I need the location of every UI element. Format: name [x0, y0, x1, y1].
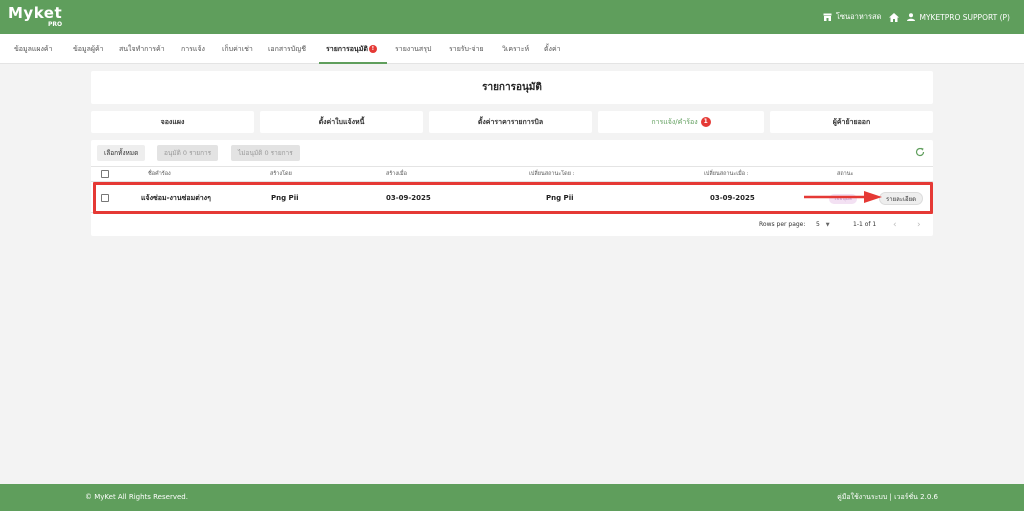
footer-manual-version[interactable]: คู่มือใช้งานระบบ | เวอร์ชั่น 2.0.6 — [837, 484, 938, 511]
select-all-button[interactable]: เลือกทั้งหมด — [97, 145, 146, 161]
footer: © MyKet All Rights Reserved. คู่มือใช้งา… — [0, 484, 1024, 511]
nav-accounting[interactable]: เอกสารบัญชี — [268, 34, 306, 64]
rows-per-page-value: 5 — [816, 221, 820, 228]
store-selector[interactable]: โซนอาหารสด — [823, 11, 882, 23]
nav-notify[interactable]: การแจ้ง — [181, 34, 205, 64]
tab-requests[interactable]: การแจ้ง/คำร้อง 1 — [598, 111, 764, 133]
nav-approvals-badge: ! — [368, 45, 377, 53]
tab-booking[interactable]: จองแผง — [91, 111, 254, 133]
refresh-icon[interactable] — [915, 147, 925, 157]
nav-interested[interactable]: สนใจทำการค้า — [119, 34, 165, 64]
arrow-icon — [804, 191, 882, 203]
prev-page-icon[interactable]: ‹ — [893, 218, 897, 232]
col-created-at: สร้างเมื่อ — [386, 171, 407, 177]
col-created-by: สร้างโดย — [270, 171, 292, 177]
main-nav: ข้อมูลแผงค้า ข้อมูลผู้ค้า สนใจทำการค้า ก… — [0, 34, 1024, 64]
home-icon — [889, 12, 900, 22]
user-icon — [907, 13, 916, 21]
page-title-card: รายการอนุมัติ — [91, 71, 933, 104]
nav-reports[interactable]: รายงานสรุป — [395, 34, 431, 64]
chevron-down-icon: ▼ — [825, 222, 830, 228]
nav-rent[interactable]: เก็บค่าเช่า — [222, 34, 253, 64]
col-status: สถานะ — [837, 171, 854, 177]
nav-approvals[interactable]: รายการอนุมัติ! — [319, 34, 387, 64]
page-title: รายการอนุมัติ — [482, 82, 542, 93]
tab-requests-badge: 1 — [700, 117, 711, 127]
user-name: MYKETPRO SUPPORT (P) — [919, 12, 1010, 22]
tab-bill-price[interactable]: ตั้งค่าราคารายการบิล — [429, 111, 592, 133]
nav-settings[interactable]: ตั้งค่า — [544, 34, 561, 64]
logo-sub: PRO — [48, 21, 63, 28]
pagination: Rows per page: 5 ▼ 1-1 of 1 ‹ › — [91, 218, 933, 232]
rows-per-page-label: Rows per page: — [759, 221, 806, 228]
nav-approvals-label: รายการอนุมัติ — [326, 45, 368, 53]
table-header: ชื่อคำร้อง สร้างโดย สร้างเมื่อ เปลี่ยนสถ… — [91, 166, 933, 182]
nav-analytics[interactable]: วิเคราะห์ — [502, 34, 529, 64]
top-bar: Myket PRO โซนอาหารสด MYKETPRO SUPPORT (P… — [0, 0, 1024, 34]
tab-invoice-settings[interactable]: ตั้งค่าใบแจ้งหนี้ — [260, 111, 423, 133]
col-name: ชื่อคำร้อง — [148, 171, 171, 177]
user-menu[interactable]: MYKETPRO SUPPORT (P) — [907, 13, 1010, 22]
home-button[interactable] — [889, 12, 900, 22]
footer-copyright: © MyKet All Rights Reserved. — [85, 493, 188, 501]
reject-button[interactable]: ไม่อนุมัติ 0 รายการ — [231, 145, 300, 161]
top-right-menu: โซนอาหารสด MYKETPRO SUPPORT (P) — [823, 0, 1010, 34]
col-status-by: เปลี่ยนสถานะโดย : — [529, 171, 575, 177]
store-name: โซนอาหารสด — [835, 12, 882, 21]
store-icon — [823, 13, 832, 21]
col-status-at: เปลี่ยนสถานะเมื่อ : — [704, 171, 749, 177]
approve-button[interactable]: อนุมัติ 0 รายการ — [157, 145, 219, 161]
next-page-icon[interactable]: › — [917, 218, 921, 232]
nav-stall-info[interactable]: ข้อมูลแผงค้า — [14, 34, 53, 64]
header-checkbox[interactable] — [101, 170, 109, 178]
page-range: 1-1 of 1 — [853, 221, 877, 228]
logo[interactable]: Myket — [8, 5, 62, 21]
nav-merchant-info[interactable]: ข้อมูลผู้ค้า — [73, 34, 104, 64]
tab-move-out[interactable]: ผู้ค้าย้ายออก — [770, 111, 933, 133]
tab-requests-label: การแจ้ง/คำร้อง — [651, 118, 698, 126]
rows-per-page-select[interactable]: 5 ▼ — [816, 218, 836, 232]
nav-income-expense[interactable]: รายรับ-จ่าย — [449, 34, 484, 64]
